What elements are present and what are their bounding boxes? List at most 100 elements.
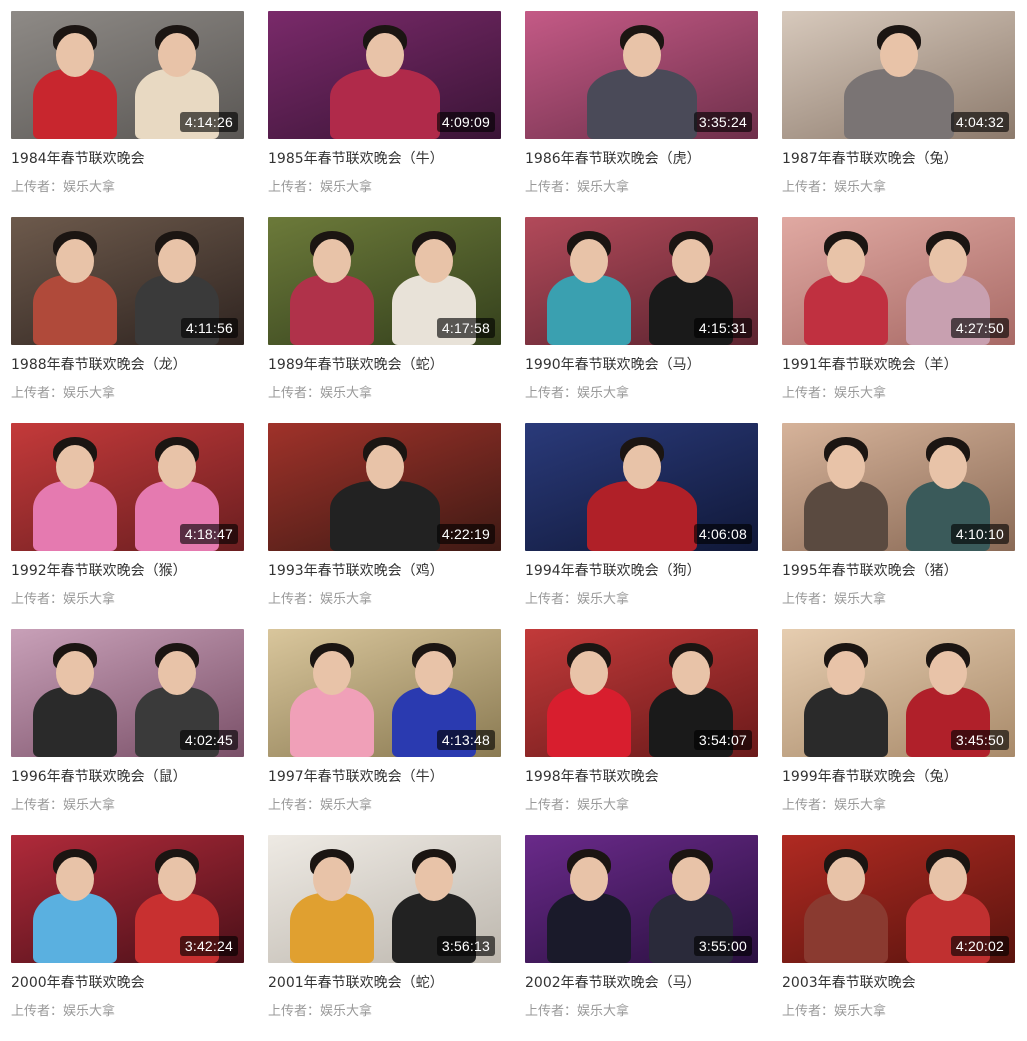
duration-badge: 3:42:24 [179,936,238,956]
video-thumbnail[interactable]: 3:55:00 [525,835,758,963]
video-card[interactable]: 4:18:47 1992年春节联欢晚会（猴） 上传者：娱乐大拿 [11,423,244,629]
video-thumbnail[interactable]: 4:20:02 [782,835,1015,963]
uploader-name: 娱乐大拿 [63,386,116,401]
video-title[interactable]: 1991年春节联欢晚会（羊） [782,353,1015,377]
video-thumbnail[interactable]: 4:18:47 [11,423,244,551]
performer-figure [587,69,697,139]
uploader-name: 娱乐大拿 [63,180,116,195]
video-title[interactable]: 1984年春节联欢晚会 [11,147,244,171]
performer-head [570,857,608,901]
performer-head [929,857,967,901]
video-card[interactable]: 4:17:58 1989年春节联欢晚会（蛇） 上传者：娱乐大拿 [268,217,501,423]
uploader-name: 娱乐大拿 [577,592,630,607]
video-card[interactable]: 4:13:48 1997年春节联欢晚会（牛） 上传者：娱乐大拿 [268,629,501,835]
uploader-name: 娱乐大拿 [320,798,373,813]
performer-figure [33,893,117,963]
video-card[interactable]: 4:27:50 1991年春节联欢晚会（羊） 上传者：娱乐大拿 [782,217,1015,423]
performer-head [366,445,404,489]
performer-head [158,651,196,695]
video-thumbnail[interactable]: 4:11:56 [11,217,244,345]
video-thumbnail[interactable]: 3:35:24 [525,11,758,139]
uploader-prefix: 上传者： [525,798,578,813]
video-title[interactable]: 2003年春节联欢晚会 [782,971,1015,995]
video-thumbnail[interactable]: 4:15:31 [525,217,758,345]
uploader-prefix: 上传者： [782,592,835,607]
video-uploader: 上传者：娱乐大拿 [11,177,115,199]
performer-head [570,239,608,283]
video-thumbnail[interactable]: 3:56:13 [268,835,501,963]
video-thumbnail[interactable]: 3:45:50 [782,629,1015,757]
video-title[interactable]: 1997年春节联欢晚会（牛） [268,765,501,789]
video-uploader: 上传者：娱乐大拿 [782,795,886,817]
performer-head [672,239,710,283]
video-title[interactable]: 1988年春节联欢晚会（龙） [11,353,244,377]
video-card[interactable]: 4:09:09 1985年春节联欢晚会（牛） 上传者：娱乐大拿 [268,11,501,217]
uploader-prefix: 上传者： [525,386,578,401]
video-card[interactable]: 4:04:32 1987年春节联欢晚会（兔） 上传者：娱乐大拿 [782,11,1015,217]
performer-figure [804,481,888,551]
video-title[interactable]: 1985年春节联欢晚会（牛） [268,147,501,171]
uploader-name: 娱乐大拿 [63,1004,116,1019]
uploader-prefix: 上传者： [782,180,835,195]
video-card[interactable]: 4:14:26 1984年春节联欢晚会 上传者：娱乐大拿 [11,11,244,217]
uploader-prefix: 上传者： [782,1004,835,1019]
video-thumbnail[interactable]: 4:14:26 [11,11,244,139]
video-uploader: 上传者：娱乐大拿 [782,383,886,405]
video-title[interactable]: 1999年春节联欢晚会（兔） [782,765,1015,789]
video-title[interactable]: 2002年春节联欢晚会（马） [525,971,758,995]
video-card[interactable]: 4:20:02 2003年春节联欢晚会 上传者：娱乐大拿 [782,835,1015,1041]
duration-badge: 4:20:02 [950,936,1009,956]
video-title[interactable]: 2001年春节联欢晚会（蛇） [268,971,501,995]
duration-badge: 4:22:19 [436,524,495,544]
video-title[interactable]: 1989年春节联欢晚会（蛇） [268,353,501,377]
video-thumbnail[interactable]: 4:09:09 [268,11,501,139]
video-card[interactable]: 4:22:19 1993年春节联欢晚会（鸡） 上传者：娱乐大拿 [268,423,501,629]
video-thumbnail[interactable]: 4:10:10 [782,423,1015,551]
video-thumbnail[interactable]: 4:04:32 [782,11,1015,139]
video-title[interactable]: 1995年春节联欢晚会（猪） [782,559,1015,583]
video-uploader: 上传者：娱乐大拿 [782,177,886,199]
performer-head [415,857,453,901]
performer-figure [330,69,440,139]
video-title[interactable]: 1986年春节联欢晚会（虎） [525,147,758,171]
video-card[interactable]: 3:55:00 2002年春节联欢晚会（马） 上传者：娱乐大拿 [525,835,758,1041]
video-title[interactable]: 1990年春节联欢晚会（马） [525,353,758,377]
video-thumbnail[interactable]: 3:42:24 [11,835,244,963]
performer-head [623,445,661,489]
video-thumbnail[interactable]: 4:22:19 [268,423,501,551]
video-title[interactable]: 1998年春节联欢晚会 [525,765,758,789]
uploader-name: 娱乐大拿 [834,592,887,607]
duration-badge: 4:14:26 [179,112,238,132]
performer-head [672,857,710,901]
video-card[interactable]: 3:56:13 2001年春节联欢晚会（蛇） 上传者：娱乐大拿 [268,835,501,1041]
uploader-name: 娱乐大拿 [834,798,887,813]
duration-badge: 3:54:07 [693,730,752,750]
video-title[interactable]: 1994年春节联欢晚会（狗） [525,559,758,583]
performer-head [415,239,453,283]
video-card[interactable]: 3:54:07 1998年春节联欢晚会 上传者：娱乐大拿 [525,629,758,835]
video-card[interactable]: 4:15:31 1990年春节联欢晚会（马） 上传者：娱乐大拿 [525,217,758,423]
video-thumbnail[interactable]: 4:13:48 [268,629,501,757]
performer-figure [290,275,374,345]
video-thumbnail[interactable]: 4:17:58 [268,217,501,345]
video-card[interactable]: 4:06:08 1994年春节联欢晚会（狗） 上传者：娱乐大拿 [525,423,758,629]
video-card[interactable]: 4:10:10 1995年春节联欢晚会（猪） 上传者：娱乐大拿 [782,423,1015,629]
video-thumbnail[interactable]: 4:02:45 [11,629,244,757]
video-card[interactable]: 4:02:45 1996年春节联欢晚会（鼠） 上传者：娱乐大拿 [11,629,244,835]
video-card[interactable]: 3:45:50 1999年春节联欢晚会（兔） 上传者：娱乐大拿 [782,629,1015,835]
video-title[interactable]: 2000年春节联欢晚会 [11,971,244,995]
video-card[interactable]: 4:11:56 1988年春节联欢晚会（龙） 上传者：娱乐大拿 [11,217,244,423]
video-title[interactable]: 1996年春节联欢晚会（鼠） [11,765,244,789]
video-card[interactable]: 3:42:24 2000年春节联欢晚会 上传者：娱乐大拿 [11,835,244,1041]
video-thumbnail[interactable]: 3:54:07 [525,629,758,757]
performer-head [313,857,351,901]
video-thumbnail[interactable]: 4:06:08 [525,423,758,551]
video-title[interactable]: 1987年春节联欢晚会（兔） [782,147,1015,171]
uploader-name: 娱乐大拿 [834,1004,887,1019]
video-thumbnail[interactable]: 4:27:50 [782,217,1015,345]
video-title[interactable]: 1993年春节联欢晚会（鸡） [268,559,501,583]
video-title[interactable]: 1992年春节联欢晚会（猴） [11,559,244,583]
uploader-prefix: 上传者： [11,798,64,813]
video-uploader: 上传者：娱乐大拿 [782,1001,886,1023]
video-card[interactable]: 3:35:24 1986年春节联欢晚会（虎） 上传者：娱乐大拿 [525,11,758,217]
